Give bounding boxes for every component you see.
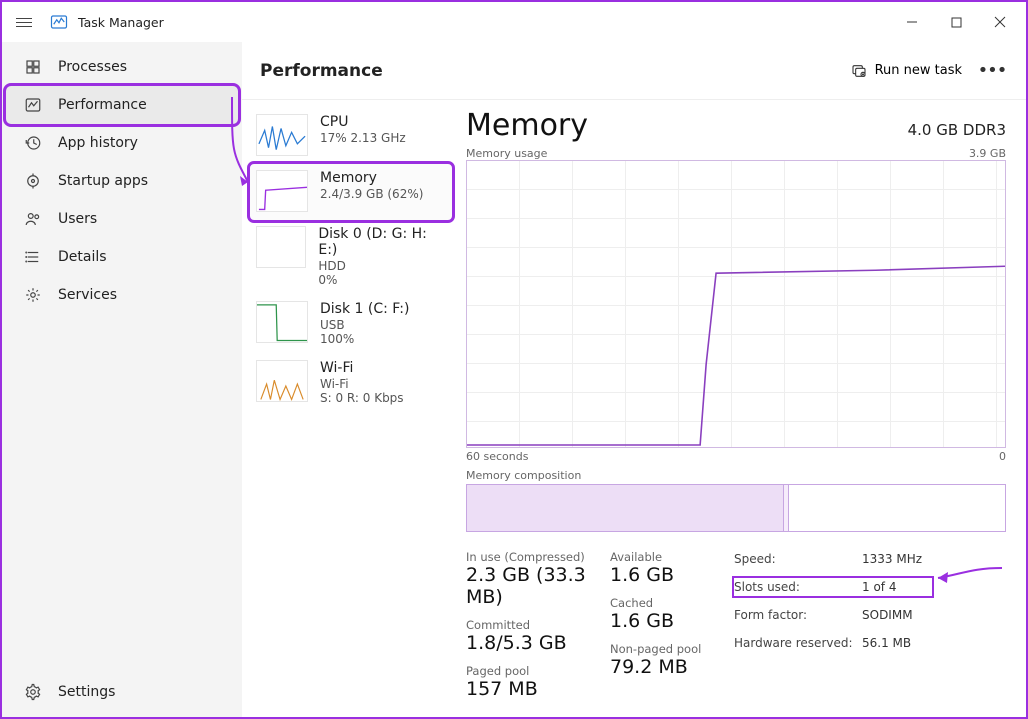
metric-value: 79.2 MB bbox=[610, 656, 710, 678]
annotation-arrow-right bbox=[932, 560, 1012, 590]
perf-item-cpu[interactable]: CPU 17% 2.13 GHz bbox=[250, 108, 452, 164]
disk0-thumb bbox=[256, 226, 306, 268]
sidebar-item-label: Users bbox=[58, 211, 97, 227]
run-task-icon bbox=[851, 63, 867, 79]
kv-value: 1 of 4 bbox=[862, 578, 932, 596]
perf-item-title: CPU bbox=[320, 114, 406, 130]
sidebar-item-startup-apps[interactable]: Startup apps bbox=[6, 162, 238, 200]
startup-apps-icon bbox=[24, 172, 42, 190]
more-options-button[interactable]: ••• bbox=[976, 55, 1008, 87]
metric-label: Cached bbox=[610, 596, 710, 610]
sidebar-item-label: Startup apps bbox=[58, 173, 148, 189]
perf-item-sub: 17% 2.13 GHz bbox=[320, 131, 406, 145]
perf-item-sub: USB bbox=[320, 318, 409, 332]
perf-item-sub2: S: 0 R: 0 Kbps bbox=[320, 391, 404, 405]
memory-capacity: 4.0 GB DDR3 bbox=[908, 121, 1006, 139]
sidebar-item-label: App history bbox=[58, 135, 138, 151]
sidebar-item-settings[interactable]: Settings bbox=[6, 673, 238, 711]
slots-used-row: Slots used:1 of 4 bbox=[734, 578, 932, 596]
kv-value: 56.1 MB bbox=[862, 634, 932, 652]
sidebar-item-label: Services bbox=[58, 287, 117, 303]
sidebar: Processes Performance App history Startu… bbox=[2, 42, 242, 717]
chart-bottom-right-label: 0 bbox=[999, 450, 1006, 463]
metric-value: 1.6 GB bbox=[610, 564, 710, 586]
sidebar-item-processes[interactable]: Processes bbox=[6, 48, 238, 86]
ellipsis-icon: ••• bbox=[978, 60, 1007, 81]
detail-title: Memory bbox=[466, 108, 588, 143]
sidebar-item-label: Performance bbox=[58, 97, 147, 113]
perf-item-sub: Wi-Fi bbox=[320, 377, 404, 391]
perf-item-sub2: 100% bbox=[320, 332, 409, 346]
kv-value: 1333 MHz bbox=[862, 550, 932, 568]
kv-label: Speed: bbox=[734, 550, 862, 568]
perf-item-sub: HDD bbox=[318, 259, 446, 273]
kv-value: SODIMM bbox=[862, 606, 932, 624]
services-icon bbox=[24, 286, 42, 304]
minimize-button[interactable] bbox=[890, 7, 934, 37]
perf-item-disk1[interactable]: Disk 1 (C: F:) USB 100% bbox=[250, 295, 452, 354]
perf-item-title: Memory bbox=[320, 170, 423, 186]
metric-label: Committed bbox=[466, 618, 586, 632]
sidebar-item-label: Details bbox=[58, 249, 107, 265]
perf-item-wifi[interactable]: Wi-Fi Wi-Fi S: 0 R: 0 Kbps bbox=[250, 354, 452, 413]
composition-free bbox=[789, 485, 1005, 531]
chart-top-right-label: 3.9 GB bbox=[969, 147, 1006, 160]
metric-value: 1.8/5.3 GB bbox=[466, 632, 586, 654]
perf-item-title: Wi-Fi bbox=[320, 360, 404, 376]
history-icon bbox=[24, 134, 42, 152]
sidebar-item-services[interactable]: Services bbox=[6, 276, 238, 314]
sidebar-item-users[interactable]: Users bbox=[6, 200, 238, 238]
processes-icon bbox=[24, 58, 42, 76]
metric-value: 2.3 GB (33.3 MB) bbox=[466, 564, 586, 608]
users-icon bbox=[24, 210, 42, 228]
page-title: Performance bbox=[260, 61, 383, 81]
titlebar: Task Manager bbox=[2, 2, 1026, 42]
sidebar-item-performance[interactable]: Performance bbox=[6, 86, 238, 124]
perf-item-sub2: 0% bbox=[318, 273, 446, 287]
performance-icon bbox=[24, 96, 42, 114]
perf-item-title: Disk 0 (D: G: H: E:) bbox=[318, 226, 446, 258]
run-new-task-button[interactable]: Run new task bbox=[843, 57, 970, 85]
disk1-thumb bbox=[256, 301, 308, 343]
metric-label: Paged pool bbox=[466, 664, 586, 678]
maximize-button[interactable] bbox=[934, 7, 978, 37]
run-task-label: Run new task bbox=[875, 63, 962, 78]
page-header: Performance Run new task ••• bbox=[242, 42, 1026, 100]
perf-item-disk0[interactable]: Disk 0 (D: G: H: E:) HDD 0% bbox=[250, 220, 452, 295]
app-title: Task Manager bbox=[78, 15, 164, 30]
gear-icon bbox=[24, 683, 42, 701]
memory-composition-bar bbox=[466, 484, 1006, 532]
sidebar-item-label: Settings bbox=[58, 684, 115, 700]
kv-label: Slots used: bbox=[734, 578, 862, 596]
cpu-thumb bbox=[256, 114, 308, 156]
hamburger-menu-button[interactable] bbox=[12, 10, 36, 34]
composition-label: Memory composition bbox=[466, 469, 1006, 482]
chart-bottom-left-label: 60 seconds bbox=[466, 450, 528, 463]
chart-top-left-label: Memory usage bbox=[466, 147, 547, 160]
perf-item-sub: 2.4/3.9 GB (62%) bbox=[320, 187, 423, 201]
main: Performance Run new task ••• CPU 17% 2.1… bbox=[242, 42, 1026, 717]
perf-item-title: Disk 1 (C: F:) bbox=[320, 301, 409, 317]
sidebar-item-details[interactable]: Details bbox=[6, 238, 238, 276]
metric-label: Available bbox=[610, 550, 710, 564]
memory-detail: Memory 4.0 GB DDR3 Memory usage 3.9 GB 6… bbox=[452, 100, 1026, 717]
perf-item-memory[interactable]: Memory 2.4/3.9 GB (62%) bbox=[250, 164, 452, 220]
wifi-thumb bbox=[256, 360, 308, 402]
kv-label: Form factor: bbox=[734, 606, 862, 624]
metric-value: 1.6 GB bbox=[610, 610, 710, 632]
kv-label: Hardware reserved: bbox=[734, 634, 862, 652]
sidebar-item-label: Processes bbox=[58, 59, 127, 75]
memory-thumb bbox=[256, 170, 308, 212]
metric-label: Non-paged pool bbox=[610, 642, 710, 656]
metric-value: 157 MB bbox=[466, 678, 586, 700]
composition-in-use bbox=[467, 485, 784, 531]
app-icon bbox=[50, 13, 68, 31]
close-button[interactable] bbox=[978, 7, 1022, 37]
memory-usage-chart bbox=[466, 160, 1006, 448]
sidebar-item-app-history[interactable]: App history bbox=[6, 124, 238, 162]
details-icon bbox=[24, 248, 42, 266]
metric-label: In use (Compressed) bbox=[466, 550, 586, 564]
performance-list: CPU 17% 2.13 GHz Memory 2.4/3.9 GB (62%) bbox=[242, 100, 452, 717]
